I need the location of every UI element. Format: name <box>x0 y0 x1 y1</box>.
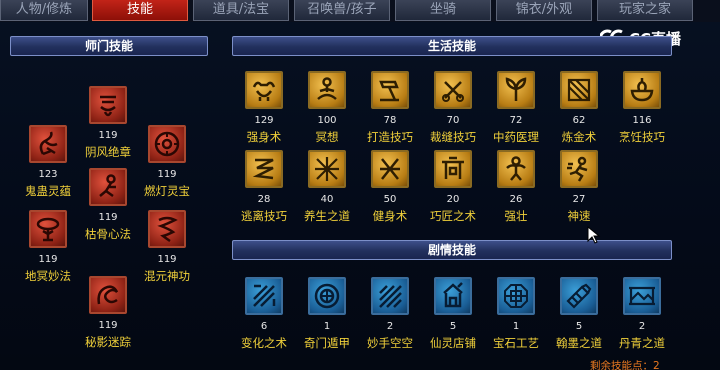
skill-miying-mizong[interactable]: 119 秘影迷踪 <box>78 276 138 360</box>
skill-level: 119 <box>98 130 118 141</box>
wind-scroll-icon <box>89 86 127 124</box>
story-skills-header: 剧情技能 <box>232 240 672 260</box>
whirlwind-icon <box>148 210 186 248</box>
skill-diming-miaofa[interactable]: 119 地冥妙法 <box>18 210 78 294</box>
transform-icon <box>245 277 283 315</box>
skill-level: 5 <box>575 321 583 332</box>
fitness-icon <box>371 150 409 188</box>
skill-level: 26 <box>509 194 523 205</box>
lamp-disc-icon <box>148 125 186 163</box>
skill-level: 40 <box>320 194 334 205</box>
life-skills-header: 生活技能 <box>232 36 672 56</box>
skill-level: 2 <box>638 321 646 332</box>
tab-bar: 人物/修炼 技能 道具/法宝 召唤兽/孩子 坐骑 锦衣/外观 玩家之家 <box>0 0 720 22</box>
skill-level: 123 <box>38 169 58 180</box>
tab-mount[interactable]: 坐骑 <box>395 0 491 21</box>
skill-level: 119 <box>157 169 177 180</box>
gem-icon <box>497 277 535 315</box>
skill-name: 秘影迷踪 <box>85 335 131 349</box>
skill-pengren-jiqiao[interactable]: 116 烹饪技巧 <box>612 71 672 155</box>
skill-level: 27 <box>572 194 586 205</box>
skill-level: 50 <box>383 194 397 205</box>
skill-hunyuan-shengong[interactable]: 119 混元神功 <box>137 210 197 294</box>
skill-level: 129 <box>254 115 274 126</box>
craftsman-icon <box>434 150 472 188</box>
skill-level: 2 <box>386 321 394 332</box>
skill-name: 烹饪技巧 <box>619 130 665 144</box>
muscle-icon <box>245 71 283 109</box>
skill-level: 119 <box>38 254 58 265</box>
skill-name: 神速 <box>567 209 591 223</box>
alchemy-icon <box>560 71 598 109</box>
skill-name: 丹青之道 <box>619 336 665 350</box>
skill-guigu-lingyun[interactable]: 123 鬼蛊灵蕴 <box>18 125 78 209</box>
speed-icon <box>560 150 598 188</box>
health-icon <box>308 150 346 188</box>
skill-level: 62 <box>572 115 586 126</box>
skill-level: 1 <box>512 321 520 332</box>
skill-level: 119 <box>157 254 177 265</box>
skill-level: 28 <box>257 194 271 205</box>
cooking-icon <box>623 71 661 109</box>
skill-level: 20 <box>446 194 460 205</box>
shadow-swirl-icon <box>89 276 127 314</box>
brush-icon <box>560 277 598 315</box>
tab-skills[interactable]: 技能 <box>92 0 188 21</box>
tab-appearance[interactable]: 锦衣/外观 <box>496 0 592 21</box>
mouse-cursor-icon <box>587 226 601 244</box>
skill-level: 119 <box>98 212 118 223</box>
tab-summons[interactable]: 召唤兽/孩子 <box>294 0 390 21</box>
skeleton-figure-icon <box>89 168 127 206</box>
school-skills-header: 师门技能 <box>10 36 208 56</box>
skill-level: 116 <box>632 115 652 126</box>
skill-level: 78 <box>383 115 397 126</box>
skill-level: 5 <box>449 321 457 332</box>
skill-level: 1 <box>323 321 331 332</box>
tab-items[interactable]: 道具/法宝 <box>193 0 289 21</box>
skill-level: 70 <box>446 115 460 126</box>
meditation-icon <box>308 71 346 109</box>
skill-level: 119 <box>98 320 118 331</box>
shop-icon <box>434 277 472 315</box>
scissors-icon <box>434 71 472 109</box>
painting-icon <box>623 277 661 315</box>
skill-shensu[interactable]: 27 神速 <box>549 150 609 234</box>
stripes-icon <box>371 277 409 315</box>
herb-icon <box>497 71 535 109</box>
remaining-skill-points: 剩余技能点：2 <box>590 360 660 370</box>
strong-icon <box>497 150 535 188</box>
tab-character[interactable]: 人物/修炼 <box>0 0 88 21</box>
skill-kugu-xinfa[interactable]: 119 枯骨心法 <box>78 168 138 252</box>
skill-level: 6 <box>260 321 268 332</box>
skill-yinfeng-juezhang[interactable]: 119 阴风绝章 <box>78 86 138 170</box>
escape-icon <box>245 150 283 188</box>
skill-randeng-lingbao[interactable]: 119 燃灯灵宝 <box>137 125 197 209</box>
skill-danqing-zhidao[interactable]: 2 丹青之道 <box>612 277 672 361</box>
skill-level: 100 <box>317 115 337 126</box>
rune-circle-icon <box>308 277 346 315</box>
tree-icon <box>29 210 67 248</box>
skill-level: 72 <box>509 115 523 126</box>
scorpion-icon <box>29 125 67 163</box>
hammer-icon <box>371 71 409 109</box>
tab-home[interactable]: 玩家之家 <box>597 0 693 21</box>
